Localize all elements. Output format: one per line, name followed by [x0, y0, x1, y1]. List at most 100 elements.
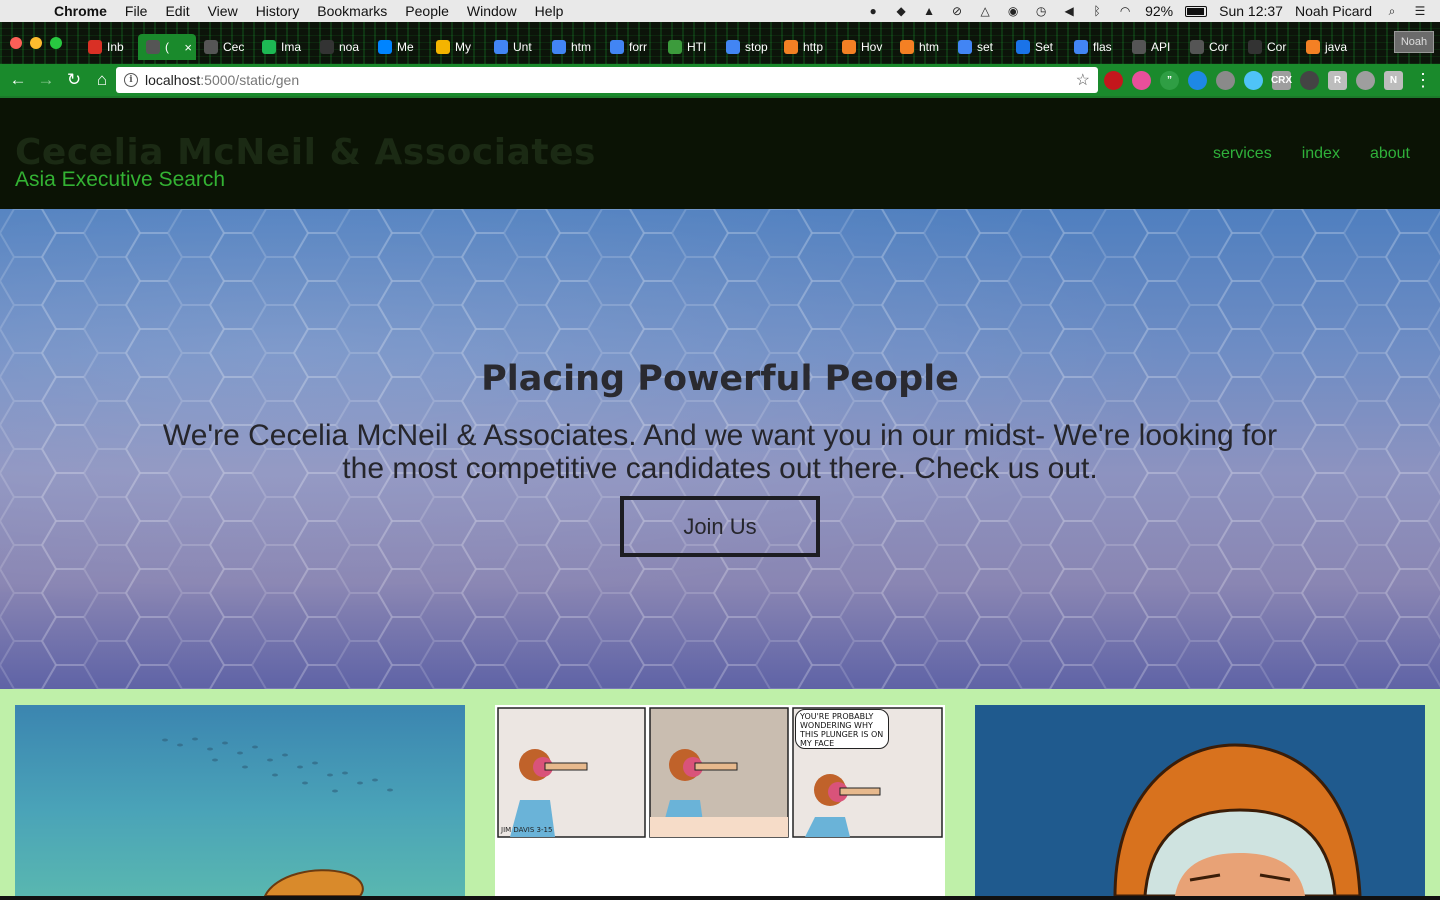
browser-tab[interactable]: htm	[544, 34, 602, 60]
browser-tab[interactable]: Cec	[196, 34, 254, 60]
drive-icon[interactable]: ▲	[921, 4, 937, 18]
info-icon[interactable]: i	[124, 73, 138, 87]
tab-label: Cor	[1267, 40, 1287, 54]
battery-percent[interactable]: 92%	[1145, 3, 1173, 19]
hero-body: We're Cecelia McNeil & Associates. And w…	[162, 419, 1278, 485]
browser-tab[interactable]: flas	[1066, 34, 1124, 60]
volume-icon[interactable]: ◀	[1061, 4, 1077, 18]
battery-icon[interactable]	[1185, 5, 1208, 17]
browser-tab[interactable]: java	[1298, 34, 1356, 60]
browser-tab[interactable]: Me	[370, 34, 428, 60]
drive-extension-icon[interactable]	[1356, 70, 1375, 90]
creative-cloud-icon[interactable]: ◉	[1005, 4, 1021, 18]
n-extension-icon[interactable]: N	[1384, 70, 1403, 90]
browser-tab[interactable]: Cor	[1240, 34, 1298, 60]
site-brand[interactable]: Cecelia McNeil & Associates	[15, 132, 596, 173]
ublock-icon[interactable]	[1104, 70, 1123, 90]
stackoverflow-icon	[900, 40, 914, 54]
browser-tab[interactable]: Ima	[254, 34, 312, 60]
nav-link-about[interactable]: about	[1370, 145, 1410, 163]
url-host: localhost	[145, 72, 201, 88]
tab-label: http	[803, 40, 824, 54]
address-bar[interactable]: i localhost:5000/static/gen ☆	[116, 67, 1098, 93]
crx-icon[interactable]: CRX	[1271, 70, 1292, 90]
stackoverflow-icon	[1306, 40, 1320, 54]
tab-label: HTI	[687, 40, 707, 54]
browser-tab[interactable]: (×	[138, 34, 196, 60]
site-tagline: Asia Executive Search	[15, 168, 226, 191]
nav-link-index[interactable]: index	[1302, 145, 1340, 163]
time-machine-icon[interactable]: ◷	[1033, 4, 1049, 18]
close-window-button[interactable]	[10, 37, 22, 49]
browser-tab[interactable]: stop	[718, 34, 776, 60]
menu-help[interactable]: Help	[535, 3, 564, 19]
google-icon	[1074, 40, 1088, 54]
home-icon[interactable]: ⌂	[88, 66, 116, 94]
app-icon	[1016, 40, 1030, 54]
menu-app-name[interactable]: Chrome	[54, 3, 107, 19]
close-tab-icon[interactable]: ×	[184, 40, 192, 55]
tab-label: API	[1151, 40, 1171, 54]
r-extension-icon[interactable]: R	[1328, 70, 1347, 90]
notification-center-icon[interactable]: ☰	[1412, 4, 1428, 18]
profile-button[interactable]: Noah	[1394, 31, 1434, 53]
join-us-button[interactable]: Join Us	[620, 496, 820, 557]
browser-tab[interactable]: My	[428, 34, 486, 60]
clock[interactable]: Sun 12:37	[1219, 3, 1283, 19]
browser-tab[interactable]: forr	[602, 34, 660, 60]
dropbox-icon[interactable]: ◆	[893, 4, 909, 18]
user-name[interactable]: Noah Picard	[1295, 3, 1372, 19]
browser-tab[interactable]: noa	[312, 34, 370, 60]
terminal-icon[interactable]	[1300, 70, 1319, 90]
menu-window[interactable]: Window	[467, 3, 517, 19]
gallery-image-comic[interactable]: YOU'RE PROBABLY WONDERING WHY THIS PLUNG…	[495, 705, 945, 896]
color-picker-icon[interactable]	[1132, 70, 1151, 90]
browser-tab[interactable]: HTI	[660, 34, 718, 60]
heart-shield-icon[interactable]	[1244, 70, 1263, 90]
browser-tab[interactable]: http	[776, 34, 834, 60]
browser-tab[interactable]: API	[1124, 34, 1182, 60]
chart-icon	[668, 40, 682, 54]
document-icon	[1190, 40, 1204, 54]
menu-bookmarks[interactable]: Bookmarks	[317, 3, 387, 19]
globe-icon[interactable]	[1188, 70, 1207, 90]
browser-tab[interactable]: Inb	[80, 34, 138, 60]
wifi-icon[interactable]: ◠	[1117, 4, 1133, 18]
bluetooth-icon[interactable]: ᛒ	[1089, 4, 1105, 18]
alien-icon[interactable]: ●	[865, 4, 881, 18]
menu-file[interactable]: File	[125, 3, 148, 19]
google-icon	[610, 40, 624, 54]
reload-icon[interactable]: ↻	[60, 66, 88, 94]
spotlight-search-icon[interactable]: ⌕	[1384, 4, 1400, 18]
nav-link-services[interactable]: services	[1213, 145, 1272, 163]
menu-view[interactable]: View	[208, 3, 238, 19]
browser-tab[interactable]: Set	[1008, 34, 1066, 60]
forward-arrow-icon[interactable]: →	[32, 66, 60, 94]
pocket-icon[interactable]	[1216, 70, 1235, 90]
messenger-icon	[378, 40, 392, 54]
browser-tab[interactable]: Cor	[1182, 34, 1240, 60]
menu-history[interactable]: History	[256, 3, 300, 19]
minimize-window-button[interactable]	[30, 37, 42, 49]
browser-tab[interactable]: Unt	[486, 34, 544, 60]
battery-fill	[1187, 7, 1204, 15]
gallery-image-astronaut[interactable]	[975, 705, 1425, 896]
do-not-disturb-icon[interactable]: ⊘	[949, 4, 965, 18]
menu-people[interactable]: People	[405, 3, 449, 19]
menu-edit[interactable]: Edit	[165, 3, 189, 19]
spotify-icon	[262, 40, 276, 54]
astronaut-illustration	[1113, 743, 1362, 896]
maximize-window-button[interactable]	[50, 37, 62, 49]
quote-icon[interactable]: ”	[1160, 70, 1179, 90]
browser-toolbar: ← → ↻ ⌂ i localhost:5000/static/gen ☆ ” C…	[0, 64, 1440, 96]
url-path: :5000/static/gen	[200, 72, 300, 88]
back-arrow-icon[interactable]: ←	[4, 66, 32, 94]
chrome-menu-icon[interactable]: ⋮	[1414, 70, 1432, 91]
browser-tab[interactable]: Hov	[834, 34, 892, 60]
browser-tab[interactable]: set	[950, 34, 1008, 60]
bookmark-star-icon[interactable]: ☆	[1076, 70, 1090, 90]
google-drive-status-icon[interactable]: △	[977, 4, 993, 18]
document-icon	[1132, 40, 1146, 54]
gallery-image-underwater[interactable]	[15, 705, 465, 896]
browser-tab[interactable]: htm	[892, 34, 950, 60]
